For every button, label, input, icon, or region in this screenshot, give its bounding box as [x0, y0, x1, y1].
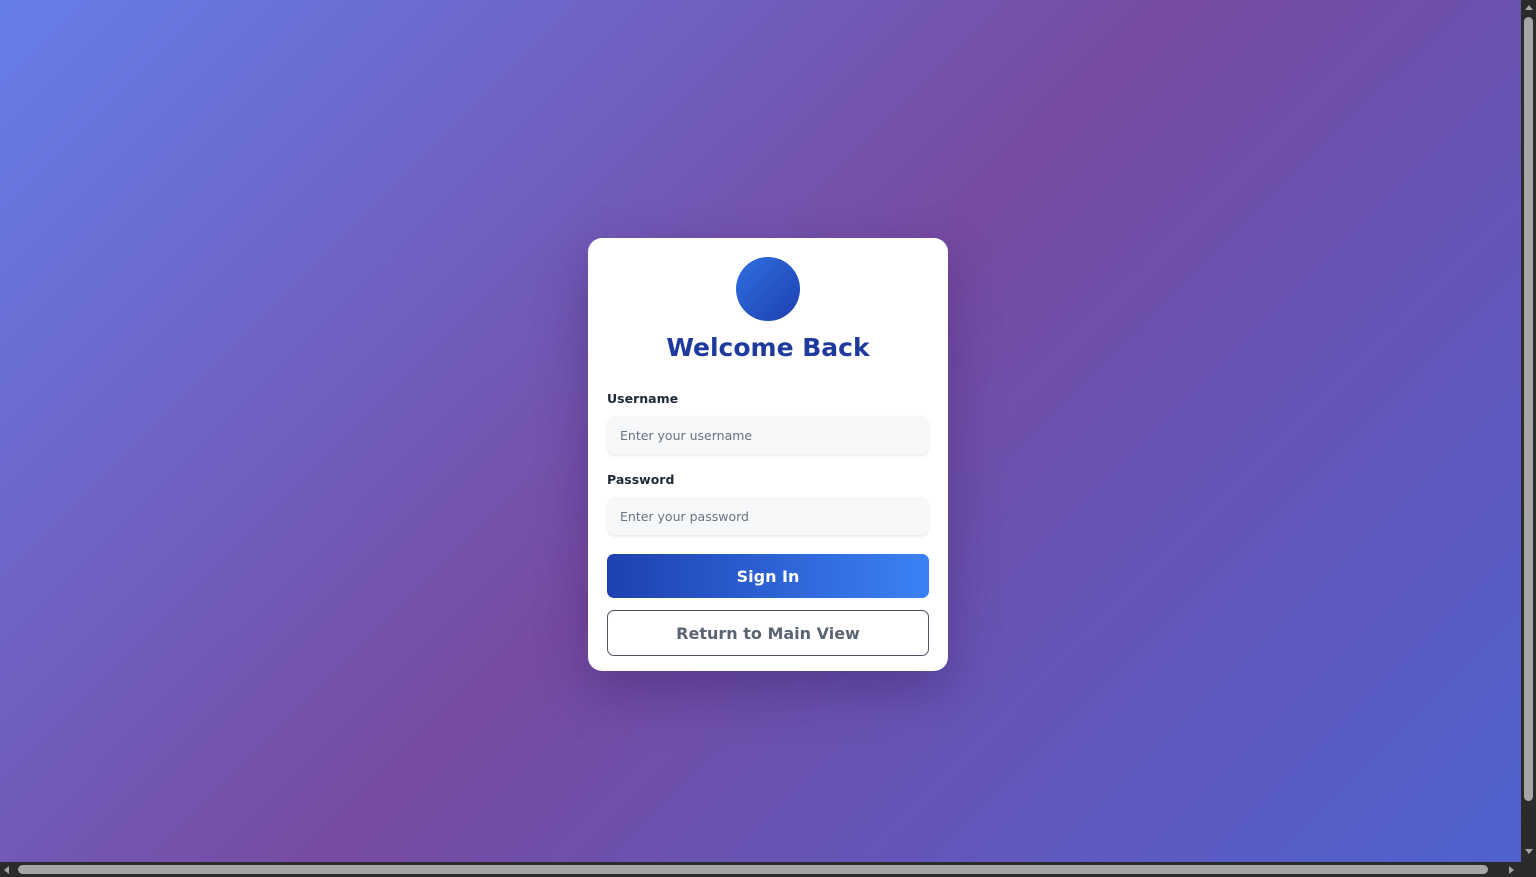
scroll-left-icon[interactable] — [4, 866, 9, 874]
username-input[interactable] — [607, 416, 929, 454]
page-background: Welcome Back Username Password Sign In R… — [0, 0, 1521, 862]
scroll-down-icon[interactable] — [1525, 849, 1533, 854]
username-label: Username — [607, 391, 679, 406]
circle-logo-icon — [736, 257, 800, 321]
horizontal-scrollbar[interactable] — [0, 862, 1521, 877]
login-card: Welcome Back Username Password Sign In R… — [588, 238, 948, 671]
scrollbar-corner — [1521, 862, 1536, 877]
sign-in-button[interactable]: Sign In — [607, 554, 929, 598]
password-label: Password — [607, 472, 675, 487]
scroll-right-icon[interactable] — [1509, 866, 1514, 874]
password-input[interactable] — [607, 497, 929, 535]
scroll-up-icon[interactable] — [1525, 5, 1533, 10]
vertical-scrollbar[interactable] — [1521, 0, 1536, 862]
return-to-main-view-button[interactable]: Return to Main View — [607, 610, 929, 656]
horizontal-scrollbar-thumb[interactable] — [18, 865, 1488, 874]
page-title: Welcome Back — [666, 333, 870, 362]
vertical-scrollbar-thumb[interactable] — [1524, 17, 1533, 801]
